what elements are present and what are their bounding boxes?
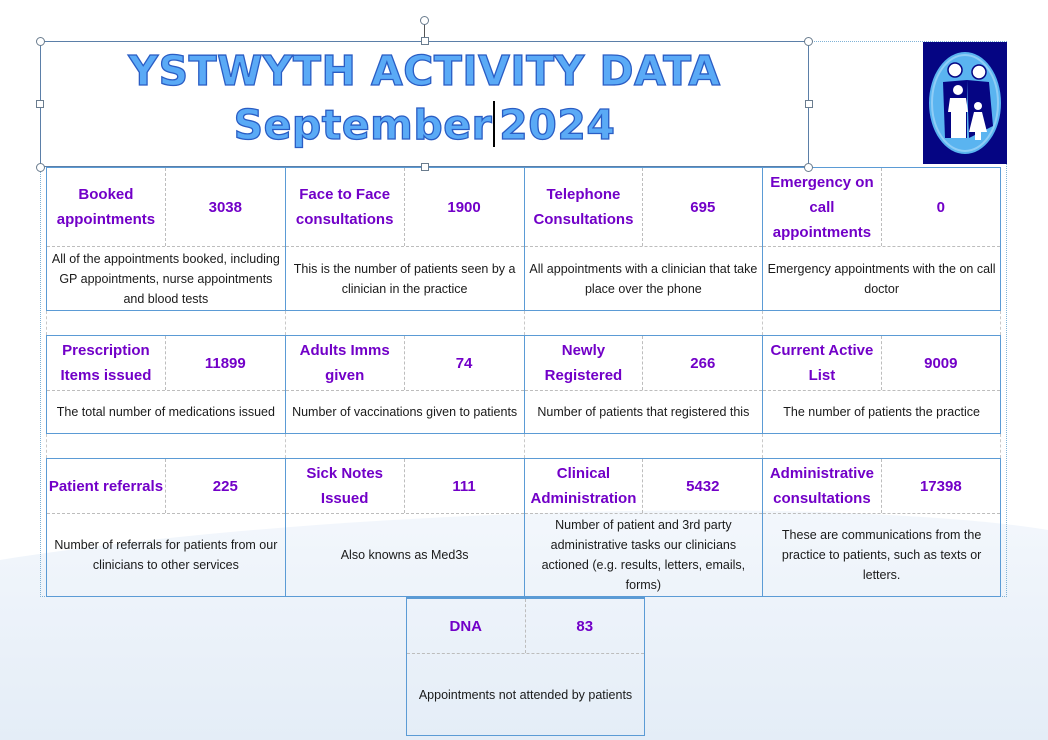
metric-value: 11899: [204, 354, 246, 372]
metric-value: 0: [936, 198, 945, 216]
metric-card-clinical-administration: Clinical Administration 5432 Number of p…: [523, 459, 763, 596]
metric-card-telephone: Telephone Consultations 695 All appointm…: [523, 168, 763, 310]
metric-description: The total number of medications issued: [56, 405, 275, 419]
metric-label: Patient referrals: [47, 459, 166, 513]
metric-description: All of the appointments booked, includin…: [51, 251, 280, 306]
metric-value: 1900: [447, 198, 481, 216]
resize-handle-left[interactable]: [36, 100, 44, 108]
metric-card-prescription-items: Prescription Items issued 11899 The tota…: [46, 336, 285, 433]
metric-description: Number of vaccinations given to patients: [292, 405, 518, 419]
metric-card-booked-appointments: Booked appointments 3038 All of the appo…: [46, 168, 285, 310]
metric-label: Emergency on call appointments: [763, 168, 882, 246]
metric-label: Adults Imms given: [286, 336, 405, 390]
metric-value: 225: [212, 477, 238, 495]
metric-label: Prescription Items issued: [47, 336, 166, 390]
metrics-row-2: Prescription Items issued 11899 The tota…: [46, 335, 1001, 434]
metric-description: Number of patients that registered this: [537, 405, 750, 419]
metric-value: 695: [690, 198, 716, 216]
metric-description: This is the number of patients seen by a…: [293, 261, 516, 296]
metric-label: DNA: [407, 599, 526, 653]
resize-handle-bottom-right[interactable]: [804, 163, 813, 172]
metric-description: Number of referrals for patients from ou…: [54, 538, 278, 572]
metric-card-patient-referrals: Patient referrals 225 Number of referral…: [46, 459, 285, 596]
metric-value: 74: [455, 354, 473, 372]
resize-handle-top-left[interactable]: [36, 37, 45, 46]
metric-description: All appointments with a clinician that t…: [529, 261, 758, 296]
metric-card-emergency-on-call: Emergency on call appointments 0 Emergen…: [762, 168, 1001, 310]
metric-label: Telephone Consultations: [525, 168, 644, 246]
metric-value: 83: [576, 617, 594, 635]
resize-handle-top[interactable]: [421, 37, 429, 45]
metric-value: 17398: [919, 477, 962, 495]
metric-label: Face to Face consultations: [286, 168, 405, 246]
metric-label: Booked appointments: [47, 168, 166, 246]
metric-value: 3038: [208, 198, 242, 216]
metric-card-current-active-list: Current Active List 9009 The number of p…: [762, 336, 1001, 433]
title-month: September: [233, 101, 493, 149]
metric-description: These are communications from the practi…: [781, 528, 982, 582]
family-logo-icon: [923, 42, 1007, 164]
metrics-table: Booked appointments 3038 All of the appo…: [46, 167, 1001, 597]
metric-label: Current Active List: [763, 336, 882, 390]
page-subtitle: September 2024: [233, 101, 616, 151]
page-title: YSTWYTH ACTIVITY DATA: [128, 47, 721, 95]
title-textbox[interactable]: YSTWYTH ACTIVITY DATA September 2024: [40, 41, 809, 167]
metric-label: Sick Notes Issued: [286, 459, 405, 513]
metric-description: Emergency appointments with the on call …: [767, 261, 996, 296]
spacer-row: [46, 311, 1001, 335]
metric-label: Newly Registered: [525, 336, 644, 390]
metric-card-newly-registered: Newly Registered 266 Number of patients …: [523, 336, 763, 433]
resize-handle-bottom[interactable]: [421, 163, 429, 171]
resize-handle-bottom-left[interactable]: [36, 163, 45, 172]
metrics-row-3: Patient referrals 225 Number of referral…: [46, 458, 1001, 597]
metric-label: Administrative consultations: [763, 459, 882, 513]
metric-card-adults-imms: Adults Imms given 74 Number of vaccinati…: [284, 336, 524, 433]
rotate-handle[interactable]: [420, 16, 429, 25]
metric-value: 111: [452, 477, 476, 495]
metric-card-dna: DNA 83 Appointments not attended by pati…: [406, 597, 645, 736]
metric-label: Clinical Administration: [525, 459, 644, 513]
metric-card-face-to-face: Face to Face consultations 1900 This is …: [284, 168, 524, 310]
spacer-row: [46, 434, 1001, 458]
metric-card-administrative-consultations: Administrative consultations 17398 These…: [762, 459, 1001, 596]
metric-description: Appointments not attended by patients: [418, 687, 633, 702]
metric-value: 5432: [686, 477, 720, 495]
metric-description: The number of patients the practice: [783, 405, 980, 419]
metric-description: Also knowns as Med3s: [340, 548, 469, 562]
text-cursor: [493, 101, 496, 147]
metric-description: Number of patient and 3rd party administ…: [541, 518, 746, 592]
resize-handle-top-right[interactable]: [804, 37, 813, 46]
metric-value: 266: [690, 354, 716, 372]
resize-handle-right[interactable]: [805, 100, 813, 108]
metric-value: 9009: [924, 354, 958, 372]
metrics-row-1: Booked appointments 3038 All of the appo…: [46, 167, 1001, 311]
title-year: 2024: [499, 101, 616, 149]
metric-card-sick-notes: Sick Notes Issued 111 Also knowns as Med…: [284, 459, 524, 596]
